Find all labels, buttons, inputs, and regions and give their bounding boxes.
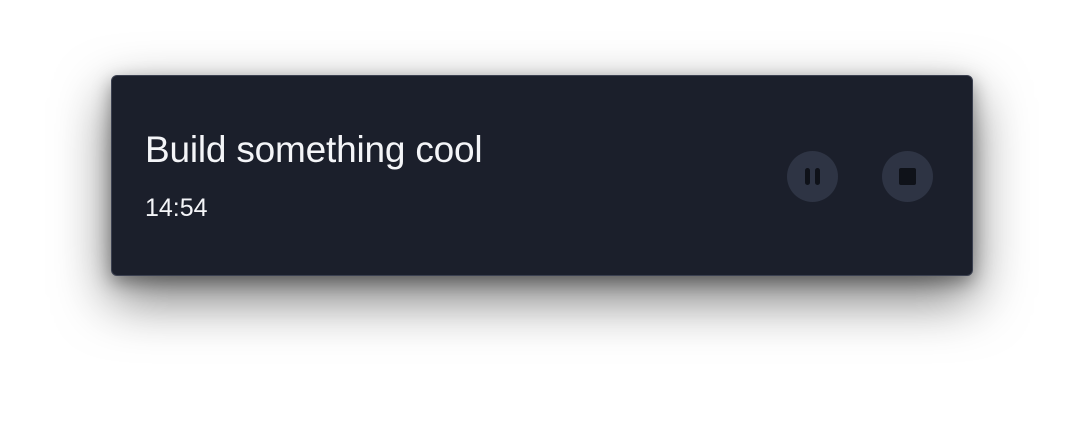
- timer-widget: Build something cool 14:54: [111, 75, 973, 276]
- stop-icon: [899, 168, 916, 185]
- time-remaining: 14:54: [145, 194, 208, 222]
- stop-button[interactable]: [882, 151, 933, 202]
- desktop-backdrop: Build something cool 14:54: [0, 0, 1084, 424]
- pause-icon: [805, 168, 820, 185]
- pause-button[interactable]: [787, 151, 838, 202]
- task-title: Build something cool: [145, 129, 483, 170]
